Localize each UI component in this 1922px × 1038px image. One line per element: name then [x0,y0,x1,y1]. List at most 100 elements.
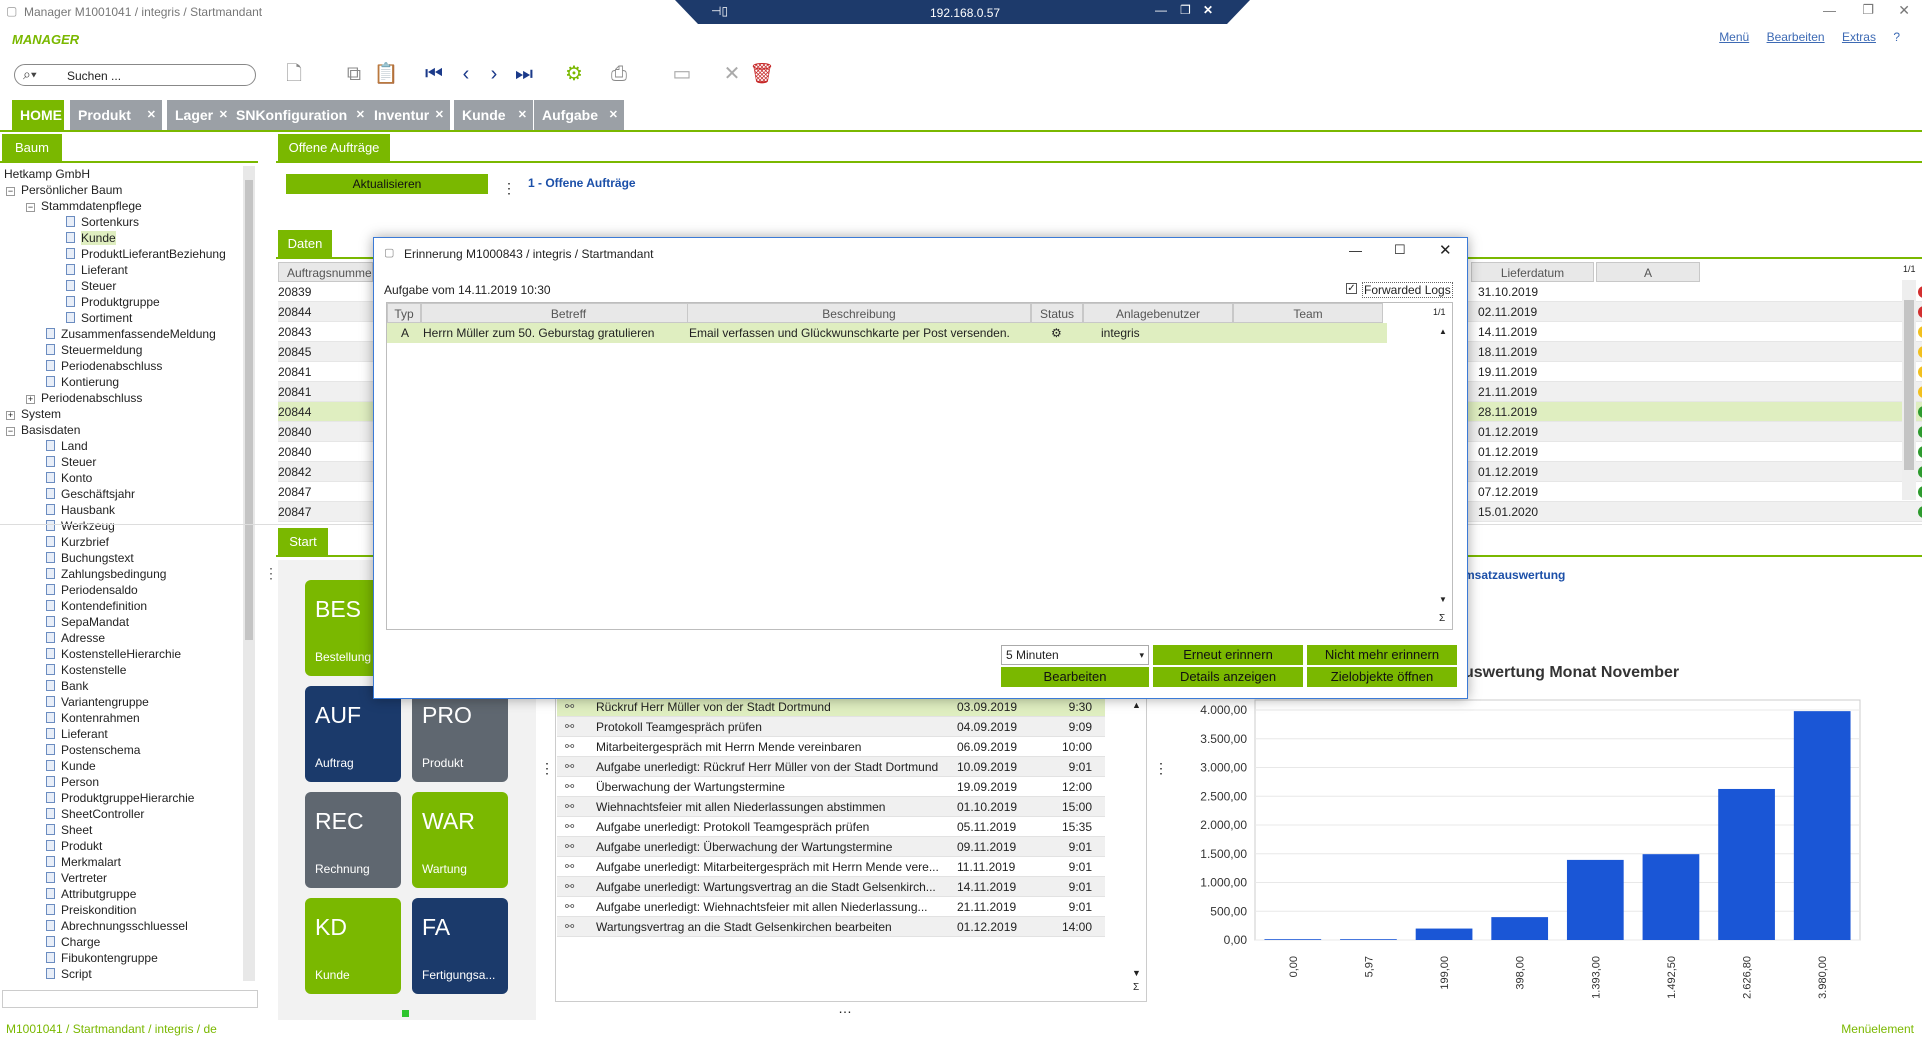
tree-item[interactable]: − Stammdatenpflege [26,198,142,214]
delete-icon[interactable]: 🗑 [748,63,776,85]
expander-icon[interactable]: + [6,411,15,420]
tree-item[interactable]: Kunde [46,758,96,774]
tree-item[interactable]: Bank [46,678,88,694]
last-record-icon[interactable]: ⏭ [510,63,538,85]
bar[interactable] [1793,711,1851,940]
col-status[interactable]: Status [1031,303,1083,323]
close-icon[interactable]: ✕ [518,100,527,130]
tab-home[interactable]: HOME [12,100,64,130]
expander-icon[interactable]: + [26,395,35,404]
task-row[interactable]: ⚯ Aufgabe unerledigt: Überwachung der War… [557,837,1105,857]
tree-item[interactable]: Steuer [66,278,116,294]
restore-icon[interactable]: ❐ [1862,2,1874,18]
tab-start[interactable]: Start [278,528,328,556]
close-icon[interactable]: ✕ [219,100,228,130]
save-icon[interactable]: ▭ [668,63,696,85]
col-betreff[interactable]: Betreff [421,303,716,323]
tree-item[interactable]: − Persönlicher Baum [6,182,122,198]
scroll-down-icon[interactable]: ▼ [1132,968,1141,978]
forwarded-logs-checkbox[interactable]: ✓ [1346,283,1357,294]
tile-kd[interactable]: KD Kunde [305,898,401,994]
show-details-button[interactable]: Details anzeigen [1153,667,1303,687]
minimize-icon[interactable]: — [1823,3,1836,18]
tree-item[interactable]: ZusammenfassendeMeldung [46,326,216,342]
expander-icon[interactable]: − [6,187,15,196]
new-document-icon[interactable]: 🗋 [280,63,308,85]
task-row[interactable]: ⚯ Aufgabe unerledigt: Protokoll Teamgespr… [557,817,1105,837]
col-typ[interactable]: Typ [387,303,421,323]
menu-item-help[interactable]: ? [1893,30,1900,44]
scroll-up-icon[interactable]: ▲ [1132,700,1141,710]
open-targets-button[interactable]: Zielobjekte öffnen [1307,667,1457,687]
task-row[interactable]: ⚯ Protokoll Teamgespräch prüfen 04.09.2019… [557,717,1105,737]
menu-item-bearbeiten[interactable]: Bearbeiten [1767,30,1825,44]
tree-item[interactable]: Sheet [46,822,92,838]
tree-item[interactable]: Geschäftsjahr [46,486,135,502]
rdp-close-icon[interactable]: ✕ [1203,3,1213,17]
bar[interactable] [1415,928,1473,940]
tree-item[interactable]: Lieferant [46,726,108,742]
tree-item[interactable]: Kontenrahmen [46,710,140,726]
close-icon[interactable]: ✕ [147,100,156,130]
interval-select[interactable]: 5 Minuten ▾ [1001,645,1149,665]
tab-kunde[interactable]: Kunde ✕ [454,100,533,130]
tree-item[interactable]: Produkt [46,838,102,854]
bar[interactable] [1642,854,1700,940]
tree-item[interactable]: Buchungstext [46,550,134,566]
tree-item[interactable]: + Periodenabschluss [26,390,142,406]
tree-item[interactable]: Sortenkurs [66,214,139,230]
tree-item[interactable]: Zahlungsbedingung [46,566,166,582]
tree-scroll-thumb[interactable] [245,180,253,640]
tree-item[interactable]: Variantengruppe [46,694,149,710]
task-row[interactable]: ⚯ Rückruf Herr Müller von der Stadt Dortm… [557,697,1105,717]
tree-item[interactable]: Script [46,966,92,982]
tree-item[interactable]: Steuer [46,454,96,470]
tab-offene-auftraege[interactable]: Offene Aufträge [278,134,390,162]
no-more-reminder-button[interactable]: Nicht mehr erinnern [1307,645,1457,665]
print-icon[interactable]: ⎙ [605,63,633,85]
tree-scrollbar[interactable] [243,166,255,981]
rdp-restore-icon[interactable]: ❐ [1180,3,1191,17]
tree-item[interactable]: + System [6,406,61,422]
tree-item[interactable]: Periodenabschluss [46,358,162,374]
bar[interactable] [1264,939,1322,940]
tab-daten[interactable]: Daten [278,230,332,258]
task-row[interactable]: ⚯ Aufgabe unerledigt: Wiehnachtsfeier mit… [557,897,1105,917]
tree-item[interactable]: ProduktLieferantBeziehung [66,246,226,262]
umsatz-link[interactable]: msatzauswertung [1464,568,1565,582]
tile-pro[interactable]: PRO Produkt [412,686,508,782]
rdp-minimize-icon[interactable]: — [1155,3,1167,17]
cancel-icon[interactable]: ✕ [718,63,746,85]
tree-item[interactable]: Werkzeug [46,518,115,534]
close-icon[interactable]: ✕ [356,100,365,130]
close-icon[interactable]: ✕ [1898,2,1910,19]
expander-icon[interactable]: − [26,203,35,212]
expander-icon[interactable]: − [6,427,15,436]
tree-item[interactable]: Lieferant [66,262,128,278]
tree-root[interactable]: Hetkamp GmbH [4,166,90,182]
rdp-connection-bar[interactable]: ⊣▯ 192.168.0.57 — ❐ ✕ [675,0,1250,24]
gear-icon[interactable]: ⚙ [560,63,588,85]
tree-item[interactable]: Hausbank [46,502,115,518]
first-record-icon[interactable]: ⏮ [420,63,448,85]
tree-item[interactable]: SepaMandat [46,614,129,630]
bar[interactable] [1718,788,1775,940]
tab-snkonfiguration[interactable]: SNKonfiguration ✕ [228,100,371,130]
tab-lager[interactable]: Lager ✕ [167,100,234,130]
tree-item[interactable]: Kurzbrief [46,534,109,550]
task-row[interactable]: ⚯ Wiehnachtsfeier mit allen Niederlassung… [557,797,1105,817]
tab-produkt[interactable]: Produkt ✕ [70,100,162,130]
col-lieferdatum[interactable]: Lieferdatum [1471,262,1594,282]
search-input[interactable]: ⌕▾ Suchen ... [14,64,256,86]
col-a[interactable]: A [1596,262,1700,282]
tree-item[interactable]: Preiskondition [46,902,136,918]
tab-baum[interactable]: Baum [2,134,62,162]
scroll-down-icon[interactable]: ▼ [1439,595,1447,604]
tree-item[interactable]: SheetController [46,806,144,822]
tree-item[interactable]: Merkmalart [46,854,121,870]
task-row[interactable]: ⚯ Wartungsvertrag an die Stadt Gelsenkirc… [557,917,1105,937]
splitter-handle[interactable]: ⋮ [264,565,278,582]
tree-item[interactable]: Land [46,438,88,454]
tree-item[interactable]: Vertreter [46,870,107,886]
tree-item[interactable]: Kostenstelle [46,662,126,678]
